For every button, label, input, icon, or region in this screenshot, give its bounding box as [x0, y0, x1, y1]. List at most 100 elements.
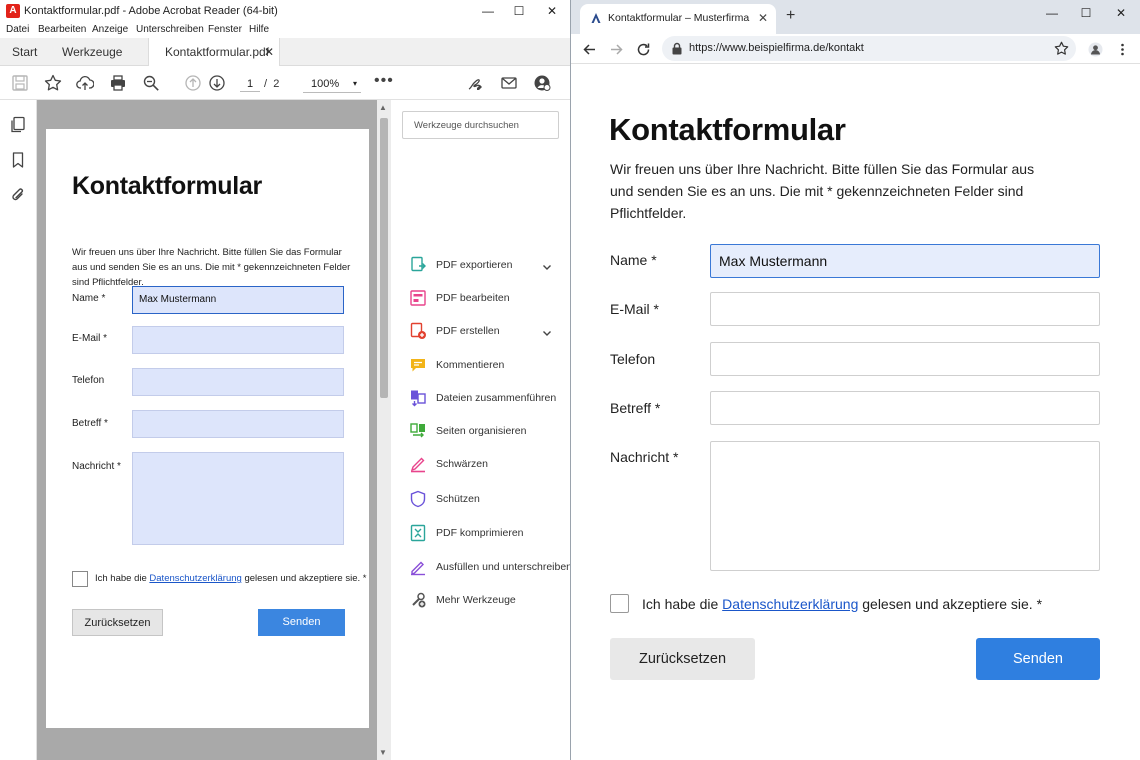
menu-hilfe[interactable]: Hilfe: [249, 24, 269, 35]
web-phone-field[interactable]: [710, 342, 1100, 376]
back-arrow-icon[interactable]: [579, 39, 599, 59]
acrobat-reader-window: A Kontaktformular.pdf - Adobe Acrobat Re…: [0, 0, 570, 760]
tool-item-organize-pages[interactable]: Seiten organisieren: [391, 419, 570, 445]
chevron-down-icon: ▾: [352, 79, 357, 88]
web-send-button[interactable]: Senden: [976, 638, 1100, 680]
tab-document-close-icon[interactable]: ✕: [264, 38, 274, 66]
pdf-label-email: E-Mail *: [72, 333, 108, 344]
chevron-down-icon[interactable]: [542, 325, 552, 336]
bookmarks-icon[interactable]: [9, 151, 29, 171]
tool-item-redact[interactable]: Schwärzen: [391, 452, 570, 478]
new-tab-icon[interactable]: +: [786, 7, 795, 25]
email-icon[interactable]: [499, 73, 519, 93]
web-name-field[interactable]: Max Mustermann: [710, 244, 1100, 278]
pdf-send-button[interactable]: Senden: [258, 609, 345, 636]
menu-unterschreiben[interactable]: Unterschreiben: [136, 24, 204, 35]
organize-pages-icon: [409, 422, 427, 440]
tools-panel: Werkzeuge durchsuchen PDF exportieren PDF…: [391, 100, 570, 760]
sign-icon[interactable]: [465, 73, 485, 93]
tool-item-label: PDF bearbeiten: [436, 292, 510, 304]
pdf-label-phone: Telefon: [72, 375, 105, 386]
next-page-icon[interactable]: [207, 73, 227, 93]
tools-search-input[interactable]: Werkzeuge durchsuchen: [402, 111, 559, 139]
pdf-label-name: Name *: [72, 293, 106, 304]
tool-item-fill-sign[interactable]: Ausfüllen und unterschreiben: [391, 555, 570, 581]
pdf-email-field[interactable]: [132, 326, 344, 354]
web-privacy-link[interactable]: Datenschutzerklärung: [722, 596, 858, 612]
print-icon[interactable]: [108, 73, 128, 93]
web-label-email: E-Mail *: [610, 301, 660, 317]
web-subject-field[interactable]: [710, 391, 1100, 425]
bookmark-star-icon[interactable]: [1054, 41, 1069, 56]
pdf-phone-field[interactable]: [132, 368, 344, 396]
menu-bearbeiten[interactable]: Bearbeiten: [38, 24, 86, 35]
web-label-name: Name *: [610, 252, 657, 268]
acrobat-menubar: Datei Bearbeiten Anzeige Unterschreiben …: [0, 22, 570, 38]
pdf-privacy-link[interactable]: Datenschutzerklärung: [149, 573, 241, 584]
tool-item-export-pdf[interactable]: PDF exportieren: [391, 253, 570, 279]
bookmark-star-icon[interactable]: [43, 73, 63, 93]
scroll-down-icon[interactable]: ▼: [379, 748, 387, 757]
acrobat-minimize-button[interactable]: —: [472, 0, 504, 22]
tool-item-label: PDF komprimieren: [436, 527, 524, 539]
menu-fenster[interactable]: Fenster: [208, 24, 242, 35]
tool-item-label: Seiten organisieren: [436, 425, 527, 437]
pdf-name-field[interactable]: Max Mustermann: [132, 286, 344, 314]
pdf-label-message: Nachricht *: [72, 461, 121, 472]
web-consent-checkbox[interactable]: [610, 594, 629, 613]
acrobat-toolbar: 1 / 2 100% ▾ •••: [0, 66, 570, 100]
tool-item-protect[interactable]: Schützen: [391, 487, 570, 513]
scrollbar-thumb[interactable]: [380, 118, 388, 398]
tool-item-more-tools[interactable]: Mehr Werkzeuge: [391, 588, 570, 614]
page-number-input[interactable]: 1: [240, 76, 260, 92]
combine-files-icon: [409, 389, 427, 407]
address-bar[interactable]: https://www.beispielfirma.de/kontakt: [662, 36, 1076, 61]
acrobat-tabbar: Start Werkzeuge Kontaktformular.pdf ✕: [0, 38, 570, 67]
tab-close-icon[interactable]: ✕: [758, 11, 768, 25]
web-email-field[interactable]: [710, 292, 1100, 326]
more-options-icon[interactable]: •••: [374, 72, 394, 90]
tool-item-edit-pdf[interactable]: PDF bearbeiten: [391, 286, 570, 312]
acrobat-maximize-button[interactable]: ☐: [503, 0, 535, 22]
web-message-textarea[interactable]: [710, 441, 1100, 571]
menu-anzeige[interactable]: Anzeige: [92, 24, 128, 35]
profile-avatar-icon[interactable]: [1085, 39, 1105, 59]
web-label-subject: Betreff *: [610, 400, 661, 416]
pdf-subject-field[interactable]: [132, 410, 344, 438]
document-scrollbar[interactable]: ▲ ▼: [377, 100, 391, 760]
previous-page-icon[interactable]: [183, 73, 203, 93]
chevron-down-icon[interactable]: [542, 259, 552, 270]
browser-close-button[interactable]: ✕: [1106, 6, 1136, 20]
pdf-reset-button[interactable]: Zurücksetzen: [72, 609, 163, 636]
browser-minimize-button[interactable]: —: [1037, 6, 1067, 20]
tab-werkzeuge[interactable]: Werkzeuge: [62, 38, 122, 66]
upload-cloud-icon[interactable]: [75, 73, 95, 93]
tool-item-comment[interactable]: Kommentieren: [391, 353, 570, 379]
tool-item-combine-files[interactable]: Dateien zusammenführen: [391, 386, 570, 412]
web-reset-button[interactable]: Zurücksetzen: [610, 638, 755, 680]
zoom-select[interactable]: 100% ▾: [303, 75, 361, 93]
tool-item-compress-pdf[interactable]: PDF komprimieren: [391, 521, 570, 547]
tab-start[interactable]: Start: [12, 38, 37, 66]
pdf-consent-checkbox[interactable]: [72, 571, 88, 587]
browser-navbar: https://www.beispielfirma.de/kontakt: [571, 34, 1140, 64]
pdf-message-field[interactable]: [132, 452, 344, 545]
zoom-search-icon[interactable]: [141, 73, 161, 93]
reload-icon[interactable]: [633, 39, 653, 59]
acrobat-close-button[interactable]: ✕: [536, 0, 568, 22]
scroll-up-icon[interactable]: ▲: [379, 103, 387, 112]
zoom-value: 100%: [311, 78, 340, 90]
forward-arrow-icon[interactable]: [606, 39, 626, 59]
browser-menu-icon[interactable]: [1112, 39, 1132, 59]
page-thumbnails-icon[interactable]: [9, 116, 29, 136]
tool-item-create-pdf[interactable]: PDF erstellen: [391, 319, 570, 345]
tool-item-label: Kommentieren: [436, 359, 505, 371]
save-icon[interactable]: [10, 73, 30, 93]
browser-tab-active[interactable]: Kontaktformular – Musterfirma ✕: [580, 4, 776, 34]
tool-item-label: PDF exportieren: [436, 259, 513, 271]
browser-maximize-button[interactable]: ☐: [1071, 6, 1101, 20]
tab-document[interactable]: Kontaktformular.pdf: [148, 38, 280, 67]
account-icon[interactable]: [532, 73, 552, 93]
attachments-icon[interactable]: [9, 186, 29, 206]
menu-datei[interactable]: Datei: [6, 24, 29, 35]
